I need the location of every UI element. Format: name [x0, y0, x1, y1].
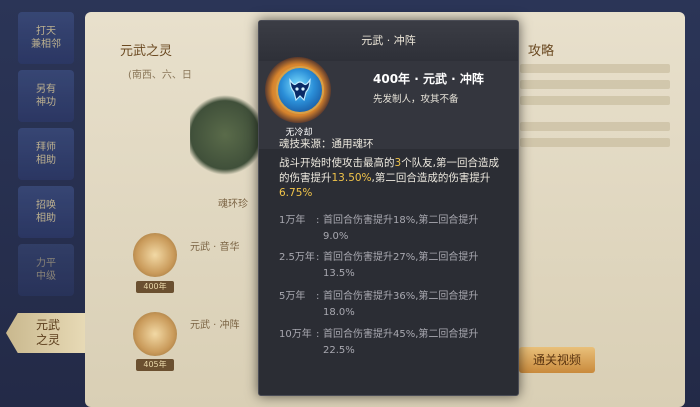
effect-highlight-second-round: 6.75% [279, 187, 313, 199]
upgrade-year: 2.5万年 [279, 252, 315, 263]
dialog-title: 元武 · 冲阵 [259, 21, 518, 61]
left-tab-5[interactable]: 力平 中级 [18, 244, 74, 296]
effect-highlight-first-round: 13.50% [331, 172, 372, 184]
item-2-label: 元武 · 冲阵 [190, 320, 240, 331]
upgrade-text: 首回合伤害提升45%,第二回合提升22.5% [323, 329, 479, 356]
upgrade-colon: : [316, 215, 320, 226]
upgrade-row: 1万年 : 首回合伤害提升18%,第二回合提升9.0% [279, 213, 509, 247]
skill-name: 400年 · 元武 · 冲阵 [373, 72, 484, 86]
book-text-line [520, 122, 670, 131]
book-right-title: 攻略 [528, 44, 555, 59]
left-tab-4[interactable]: 招唤 相助 [18, 186, 74, 238]
item-2-tag: 405年 [136, 359, 174, 371]
left-tab-1[interactable]: 打天 兼相邻 [18, 12, 74, 64]
book-text-line [520, 64, 670, 73]
skill-description: 先发制人，攻其不备 [373, 94, 459, 105]
horned-mask-icon [289, 78, 311, 102]
effect-text-1: 战斗开始时使攻击最高的 [279, 157, 395, 169]
active-side-tab[interactable]: 元武 之灵 [6, 313, 90, 353]
book-left-title: 元武之灵 [120, 44, 173, 59]
upgrade-colon: : [316, 252, 320, 263]
book-text-line [520, 96, 670, 105]
soul-label: 魂环珍 [218, 199, 248, 210]
left-tab-3[interactable]: 拜师 相助 [18, 128, 74, 180]
upgrade-text: 首回合伤害提升36%,第二回合提升18.0% [323, 291, 479, 318]
item-1-tag: 400年 [136, 281, 174, 293]
item-2-icon[interactable] [133, 312, 177, 356]
upgrade-colon: : [316, 291, 320, 302]
walkthrough-video-button[interactable]: 通关视频 [519, 347, 595, 373]
upgrade-row: 10万年 : 首回合伤害提升45%,第二回合提升22.5% [279, 327, 509, 361]
left-tab-2[interactable]: 另有 神功 [18, 70, 74, 122]
book-text-line [520, 138, 670, 147]
item-1-label: 元武 · 音华 [190, 242, 240, 253]
upgrade-text: 首回合伤害提升18%,第二回合提升9.0% [323, 215, 479, 242]
upgrade-text: 首回合伤害提升27%,第二回合提升13.5% [323, 252, 479, 279]
skill-icon [276, 66, 324, 114]
upgrade-year: 1万年 [279, 215, 306, 226]
upgrade-row: 2.5万年 : 首回合伤害提升27%,第二回合提升13.5% [279, 250, 509, 284]
upgrade-row: 5万年 : 首回合伤害提升36%,第二回合提升18.0% [279, 289, 509, 323]
skill-source: 魂技来源：通用魂环 [279, 138, 374, 150]
upgrade-colon: : [316, 329, 320, 340]
upgrade-year: 5万年 [279, 291, 306, 302]
soul-emblem-icon [190, 90, 260, 180]
skill-effect: 战斗开始时使攻击最高的3个队友,第一回合造成的伤害提升13.50%,第二回合造成… [279, 156, 507, 201]
effect-text-3: ,第二回合造成的伤害提升 [371, 172, 491, 184]
upgrade-year: 10万年 [279, 329, 312, 340]
item-1-icon[interactable] [133, 233, 177, 277]
book-left-subtitle: (南西、六、日 [128, 70, 192, 81]
book-text-line [520, 80, 670, 89]
